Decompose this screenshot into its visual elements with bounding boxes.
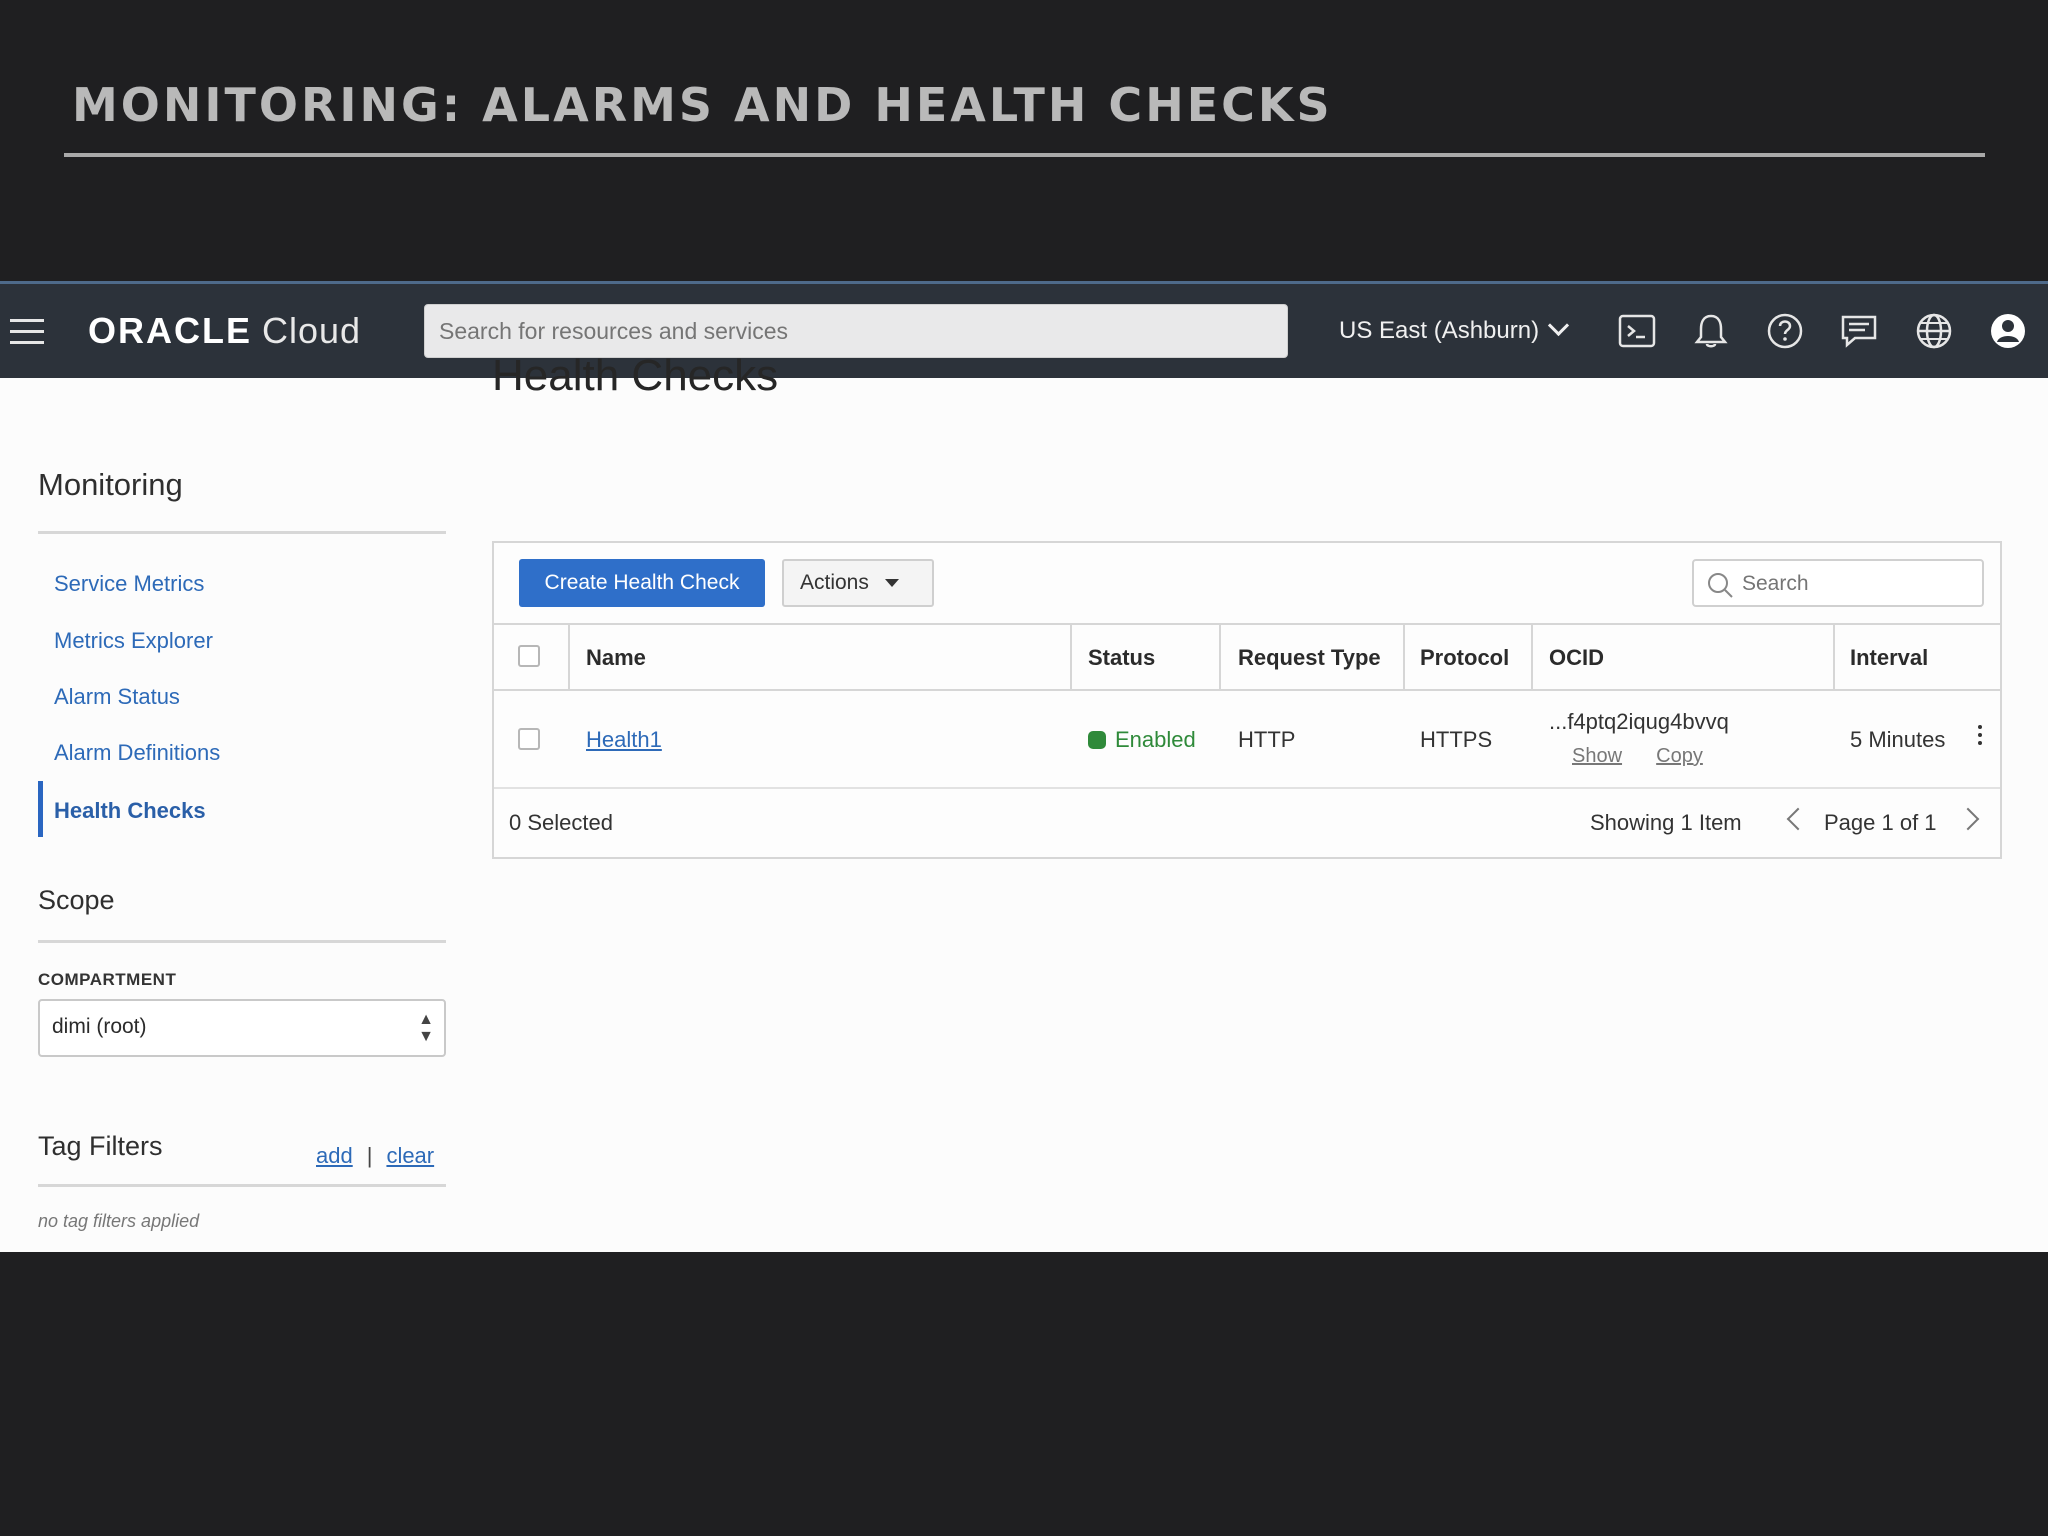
bell-icon[interactable]: [1691, 311, 1731, 351]
interval-cell: 5 Minutes: [1850, 727, 1946, 752]
page-indicator: Page 1 of 1: [1824, 810, 1937, 835]
table-search-input[interactable]: [1740, 567, 1974, 601]
status-label: Enabled: [1115, 727, 1196, 752]
actions-button[interactable]: Actions: [782, 559, 934, 607]
compartment-select[interactable]: dimi (root) ▲ ▼: [38, 999, 446, 1057]
logo-cloud-text: Cloud: [262, 310, 362, 351]
global-search-input[interactable]: [424, 304, 1288, 358]
search-icon: [1708, 573, 1733, 598]
column-divider: [1833, 625, 1835, 691]
column-header-request-type[interactable]: Request Type: [1238, 645, 1381, 671]
column-header-interval[interactable]: Interval: [1850, 645, 1928, 671]
menu-icon[interactable]: [10, 319, 44, 345]
column-divider: [1070, 625, 1072, 691]
health-check-name-link[interactable]: Health1: [586, 727, 662, 753]
health-checks-table-panel: Create Health Check Actions Name Status …: [492, 541, 2002, 859]
tag-link-separator: |: [366, 1143, 373, 1168]
sidebar-item-alarm-definitions[interactable]: Alarm Definitions: [54, 740, 220, 766]
tag-filter-links: add | clear: [316, 1143, 434, 1169]
chat-icon[interactable]: [1839, 311, 1879, 351]
scope-divider: [38, 940, 446, 943]
selected-count: 0 Selected: [509, 810, 613, 835]
status-enabled-icon: [1088, 731, 1106, 749]
sidebar-item-metrics-explorer[interactable]: Metrics Explorer: [54, 628, 213, 654]
active-item-indicator: [38, 781, 43, 837]
chevron-down-icon: [1547, 314, 1570, 337]
tag-add-link[interactable]: add: [316, 1143, 353, 1168]
column-header-name[interactable]: Name: [586, 645, 646, 671]
column-divider: [568, 625, 570, 691]
showing-count: Showing 1 Item: [1590, 810, 1742, 835]
column-header-ocid[interactable]: OCID: [1549, 645, 1604, 671]
compartment-label: COMPARTMENT: [38, 970, 177, 989]
table-row: Health1 Enabled HTTP HTTPS ...f4ptq2iqug…: [494, 691, 2000, 789]
select-arrows-icon: ▲ ▼: [418, 1011, 434, 1045]
column-divider: [1531, 625, 1533, 691]
caret-down-icon: [884, 579, 899, 588]
request-type-cell: HTTP: [1238, 727, 1296, 752]
region-selector[interactable]: US East (Ashburn): [1339, 314, 1570, 345]
compartment-value: dimi (root): [52, 1015, 147, 1038]
status-badge: Enabled: [1088, 727, 1196, 753]
protocol-cell: HTTPS: [1420, 727, 1493, 752]
previous-page-icon[interactable]: [1786, 807, 1810, 831]
scope-heading: Scope: [38, 885, 115, 915]
column-header-protocol[interactable]: Protocol: [1420, 645, 1509, 671]
column-divider: [1403, 625, 1405, 691]
ocid-copy-link[interactable]: Copy: [1656, 745, 1703, 767]
table-header: Name Status Request Type Protocol OCID I…: [494, 623, 2000, 691]
sidebar-item-alarm-status[interactable]: Alarm Status: [54, 684, 180, 710]
table-footer: 0 Selected Showing 1 Item Page 1 of 1: [494, 789, 2000, 857]
page-title: Health Checks: [492, 351, 779, 400]
slide-title: MONITORING: ALARMS AND HEALTH CHECKS: [72, 78, 1333, 132]
ocid-show-link[interactable]: Show: [1572, 745, 1622, 767]
sidebar-heading: Monitoring: [38, 467, 183, 502]
sidebar-divider: [38, 531, 446, 534]
column-divider: [1219, 625, 1221, 691]
tag-filters-empty-text: no tag filters applied: [38, 1211, 200, 1231]
create-health-check-button[interactable]: Create Health Check: [519, 559, 765, 607]
oracle-cloud-logo[interactable]: ORACLE Cloud: [88, 310, 361, 352]
sidebar-item-health-checks[interactable]: Health Checks: [54, 798, 206, 824]
tag-clear-link[interactable]: clear: [386, 1143, 434, 1168]
column-header-status[interactable]: Status: [1088, 645, 1155, 671]
logo-oracle-text: ORACLE: [88, 310, 252, 351]
region-label: US East (Ashburn): [1339, 317, 1540, 344]
console-screenshot: ORACLECloud US East (Ashburn): [0, 281, 2048, 1252]
sidebar-item-service-metrics[interactable]: Service Metrics: [54, 571, 204, 597]
select-all-checkbox[interactable]: [518, 645, 540, 667]
user-icon[interactable]: [1988, 311, 2028, 351]
slide-title-divider: [64, 153, 1985, 157]
table-search-box[interactable]: [1692, 559, 1984, 607]
actions-label: Actions: [800, 571, 869, 594]
globe-icon[interactable]: [1914, 311, 1954, 351]
ocid-cell: ...f4ptq2iqug4bvvq: [1549, 709, 1729, 734]
next-page-icon[interactable]: [1956, 807, 1980, 831]
cloud-shell-icon[interactable]: [1617, 311, 1657, 351]
tag-divider: [38, 1184, 446, 1187]
help-icon[interactable]: [1765, 311, 1805, 351]
tag-filters-heading: Tag Filters: [38, 1131, 163, 1161]
row-checkbox[interactable]: [518, 728, 540, 750]
top-navigation-bar: ORACLECloud US East (Ashburn): [0, 281, 2048, 378]
row-actions-kebab-icon[interactable]: [1978, 725, 1982, 749]
ocid-actions: Show Copy: [1572, 742, 1703, 768]
